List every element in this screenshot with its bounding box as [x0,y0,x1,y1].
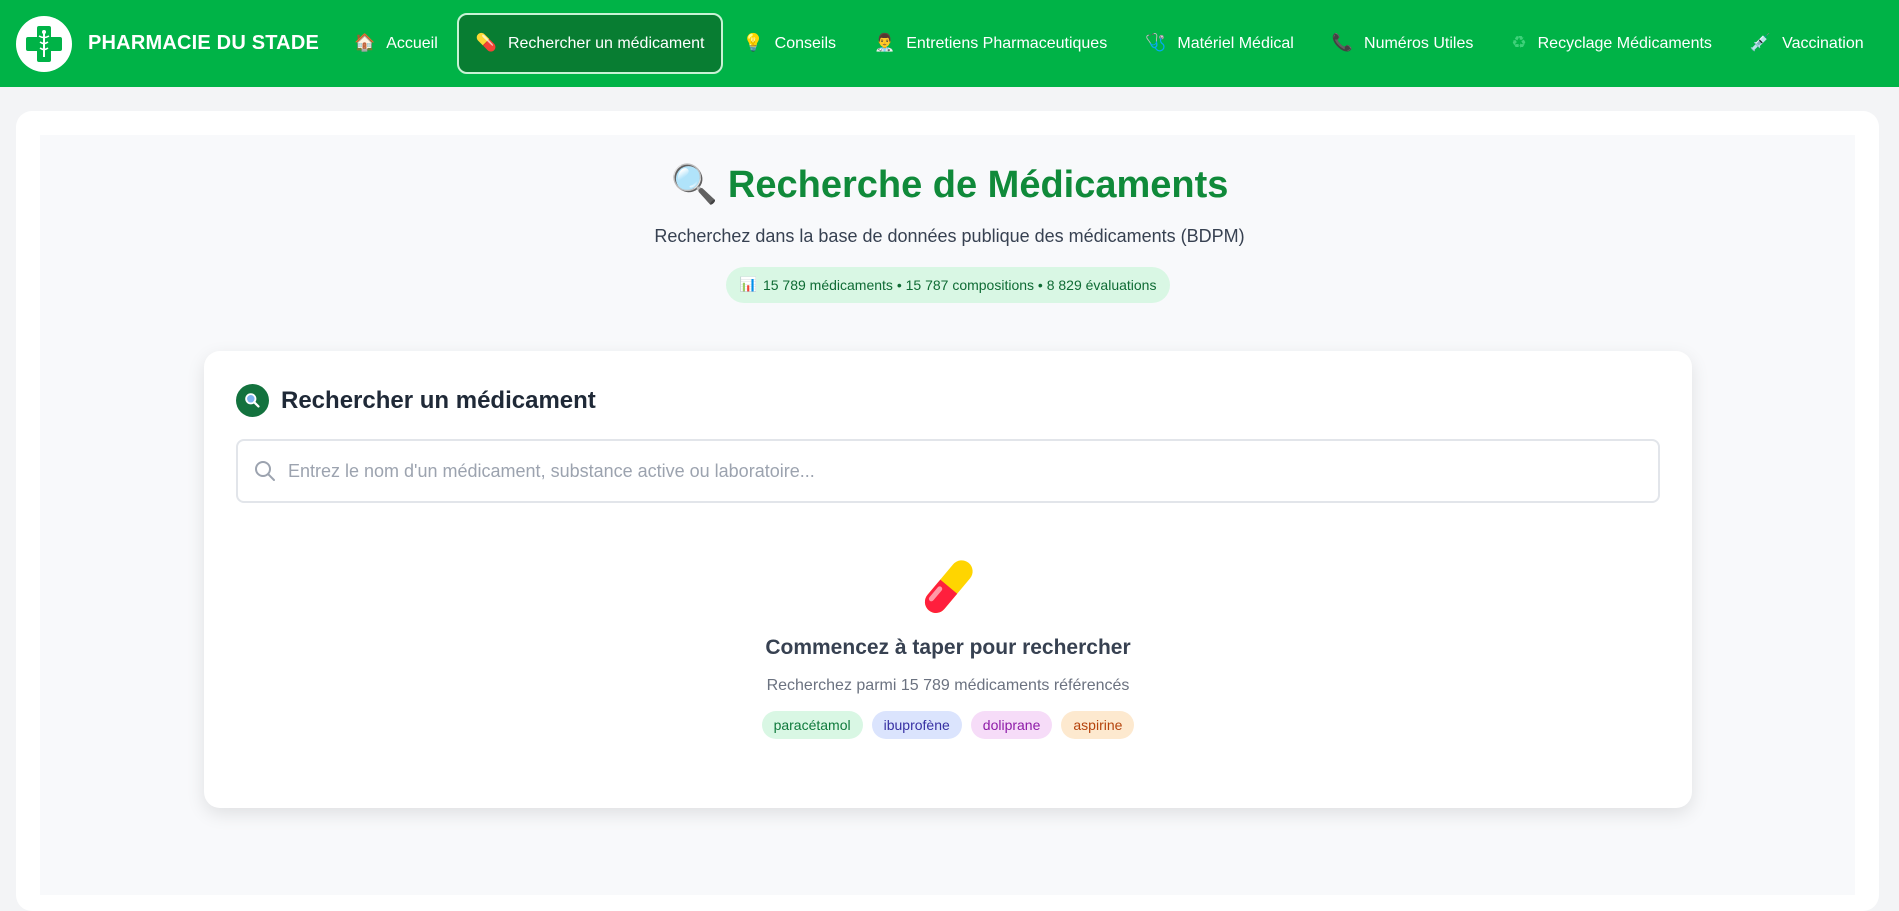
pill-icon: 💊 [475,33,497,53]
nav-item-label: Rechercher un médicament [507,34,705,52]
nav-item-entretiens[interactable]: 👨‍⚕️ Entretiens Pharmaceutiques [855,13,1126,74]
bar-chart-icon: 📊 [739,277,757,293]
nav-item-materiel-medical[interactable]: 🩺 Matériel Médical [1126,13,1313,74]
search-badge-icon [236,384,269,417]
search-card: Rechercher un médicament Commencez à tap… [204,351,1692,808]
search-box[interactable] [236,439,1660,503]
nav-item-vaccination[interactable]: 💉 Vaccination [1731,13,1883,74]
page-subtitle: Recherchez dans la base de données publi… [654,226,1245,246]
search-icon [255,461,275,481]
suggestion-chip-paracetamol[interactable]: paracétamol [761,711,863,739]
top-navbar: PHARMACIE DU STADE 🏠 Accueil 💊 Recherche… [0,0,1899,87]
search-card-title: Rechercher un médicament [281,386,596,414]
empty-state-subtitle: Recherchez parmi 15 789 médicaments réfé… [766,677,1130,694]
page-title: 🔍 Recherche de Médicaments [0,162,1899,207]
health-worker-icon: 👨‍⚕️ [874,33,896,53]
empty-state-title: Commencez à taper pour rechercher [765,636,1131,659]
syringe-icon: 💉 [1749,33,1772,53]
suggestion-chip-aspirine[interactable]: aspirine [1061,711,1135,739]
nav-item-label: Vaccination [1782,34,1864,52]
nav-item-label: Entretiens Pharmaceutiques [906,34,1108,52]
empty-state: Commencez à taper pour rechercher Recher… [204,551,1692,739]
magnifier-icon [245,393,260,408]
magnifier-icon: 🔍 [670,162,718,206]
nav-menu: 🏠 Accueil 💊 Rechercher un médicament 💡 C… [335,13,1883,74]
stats-badge: 📊 15 789 médicaments • 15 787 compositio… [726,267,1170,303]
capsule-icon [913,551,983,626]
search-card-header: Rechercher un médicament [236,384,596,417]
nav-item-label: Numéros Utiles [1364,34,1474,52]
nav-item-label: Matériel Médical [1177,34,1294,52]
nav-item-conseils[interactable]: 💡 Conseils [723,13,855,74]
suggestion-chip-ibuprofene[interactable]: ibuprofène [871,711,962,739]
nav-item-label: Conseils [774,34,837,52]
nav-item-label: Recyclage Médicaments [1537,34,1712,52]
recycle-icon: ♻ [1511,33,1527,53]
stats-text: 15 789 médicaments • 15 787 compositions… [762,277,1157,293]
nav-item-numeros-utiles[interactable]: 📞 Numéros Utiles [1313,13,1493,74]
pharmacy-logo[interactable] [16,15,72,72]
stethoscope-icon: 🩺 [1145,33,1167,53]
suggestion-chips: paracétamol ibuprofène doliprane aspirin… [204,711,1692,739]
nav-item-rechercher-medicament[interactable]: 💊 Rechercher un médicament [456,13,724,74]
search-input[interactable] [288,460,1658,482]
nav-item-accueil[interactable]: 🏠 Accueil [335,13,457,74]
nav-item-recyclage[interactable]: ♻ Recyclage Médicaments [1492,13,1731,74]
brand-name[interactable]: PHARMACIE DU STADE [88,32,319,55]
lightbulb-icon: 💡 [742,33,764,53]
page-title-text: Recherche de Médicaments [727,164,1229,206]
house-icon: 🏠 [354,33,376,53]
nav-item-label: Accueil [386,34,438,52]
phone-icon: 📞 [1331,33,1354,53]
green-cross-caduceus-icon [26,25,62,62]
suggestion-chip-doliprane[interactable]: doliprane [970,711,1053,739]
